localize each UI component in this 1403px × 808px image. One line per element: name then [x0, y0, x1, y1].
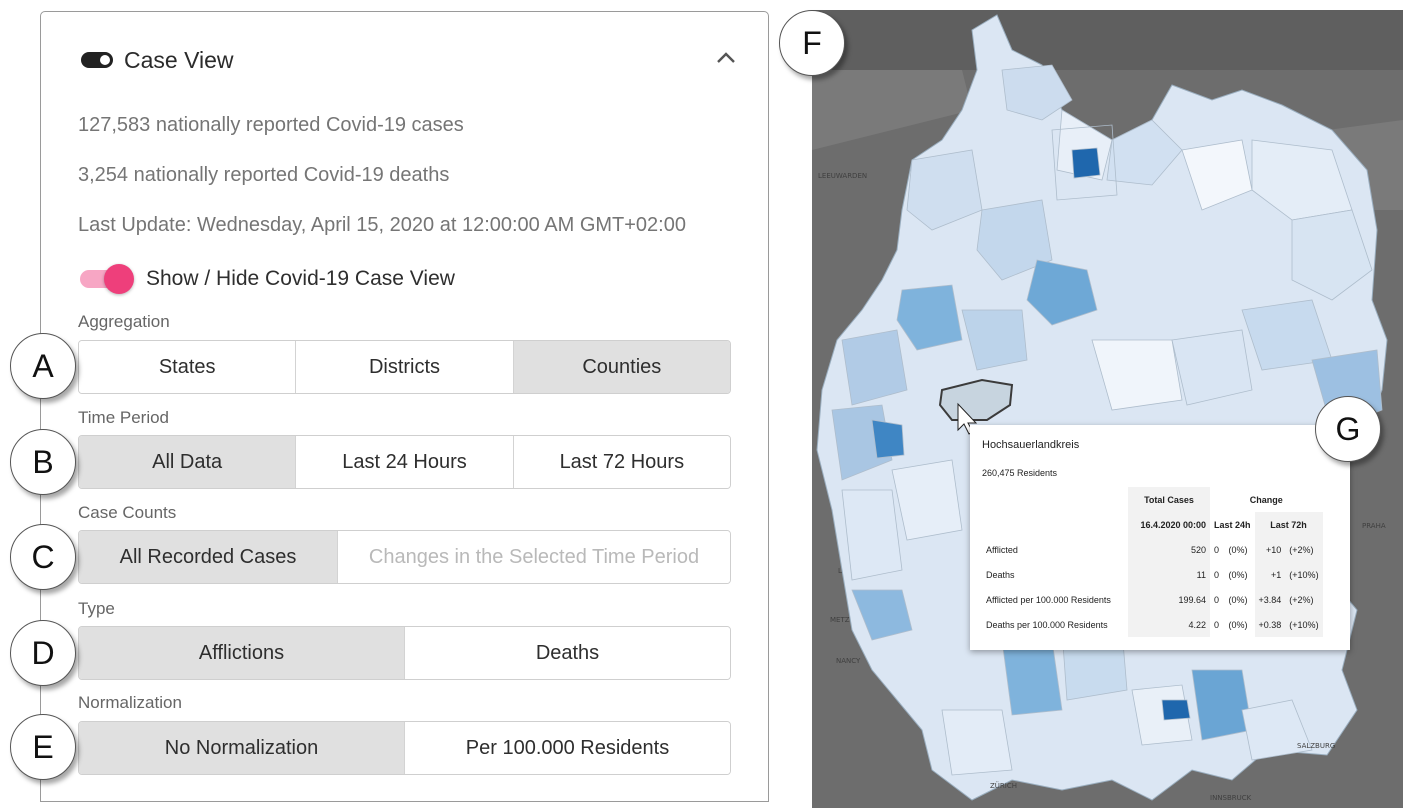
- aggregation-option-states[interactable]: States: [79, 341, 296, 393]
- chevron-up-icon[interactable]: [716, 50, 736, 64]
- time-option-all-data[interactable]: All Data: [79, 436, 296, 488]
- tooltip-title: Hochsauerlandkreis: [982, 439, 1080, 451]
- aggregation-selector: States Districts Counties: [78, 340, 731, 394]
- last-update-text: Last Update: Wednesday, April 15, 2020 a…: [78, 214, 686, 236]
- header-last-24h: Last 24h: [1214, 519, 1251, 530]
- map-label-l: L: [838, 567, 842, 575]
- normalization-option-none[interactable]: No Normalization: [79, 722, 404, 774]
- case-view-panel: Case View 127,583 nationally reported Co…: [40, 11, 769, 802]
- case-counts-label: Case Counts: [78, 503, 177, 522]
- table-row: Deaths 11 0 (0%) +1 (+10%): [982, 562, 1323, 587]
- map-label-innsbruck: INNSBRUCK: [1210, 794, 1252, 802]
- case-view-toggle[interactable]: [78, 263, 134, 295]
- aggregation-option-districts[interactable]: Districts: [295, 341, 513, 393]
- time-option-last-24-hours[interactable]: Last 24 Hours: [295, 436, 513, 488]
- map-label-zurich: ZÜRICH: [990, 781, 1017, 790]
- table-row: Afflicted per 100.000 Residents 199.64 0…: [982, 587, 1323, 612]
- tooltip-table: Total Cases Change 16.4.2020 00:00 Last …: [982, 487, 1323, 637]
- header-change: Change: [1249, 494, 1283, 505]
- aggregation-option-counties[interactable]: Counties: [512, 341, 730, 393]
- choropleth-map[interactable]: LEEUWARDEN PRAHA METZ NANCY ZÜRICH SALZB…: [812, 10, 1403, 808]
- district-tooltip: Hochsauerlandkreis 260,475 Residents Tot…: [970, 425, 1350, 650]
- callout-d: D: [10, 620, 76, 686]
- header-date: 16.4.2020 00:00: [1128, 512, 1210, 537]
- time-period-selector: All Data Last 24 Hours Last 72 Hours: [78, 435, 731, 489]
- map-canvas[interactable]: LEEUWARDEN PRAHA METZ NANCY ZÜRICH SALZB…: [812, 10, 1403, 808]
- aggregation-label: Aggregation: [78, 312, 170, 331]
- time-period-label: Time Period: [78, 408, 170, 427]
- map-label-praha: PRAHA: [1362, 522, 1386, 530]
- type-option-deaths[interactable]: Deaths: [404, 627, 730, 679]
- case-view-toggle-row: Show / Hide Covid-19 Case View: [78, 263, 455, 295]
- panel-header[interactable]: Case View: [81, 45, 234, 75]
- table-row: Deaths per 100.000 Residents 4.22 0 (0%)…: [982, 612, 1323, 637]
- callout-f: F: [779, 10, 845, 76]
- normalization-selector: No Normalization Per 100.000 Residents: [78, 721, 731, 775]
- callout-a: A: [10, 333, 76, 399]
- national-deaths-text: 3,254 nationally reported Covid-19 death…: [78, 164, 450, 186]
- toggle-icon: [81, 52, 113, 68]
- normalization-label: Normalization: [78, 693, 182, 712]
- header-total-cases: Total Cases: [1128, 487, 1210, 512]
- time-option-last-72-hours[interactable]: Last 72 Hours: [512, 436, 730, 488]
- panel-title: Case View: [124, 46, 234, 73]
- normalization-option-per-100000[interactable]: Per 100.000 Residents: [404, 722, 730, 774]
- case-counts-selector: All Recorded Cases Changes in the Select…: [78, 530, 731, 584]
- callout-e: E: [10, 714, 76, 780]
- map-label-salzburg: SALZBURG: [1297, 742, 1335, 750]
- type-label: Type: [78, 599, 115, 618]
- map-label-leeuwarden: LEEUWARDEN: [818, 172, 867, 180]
- toggle-label: Show / Hide Covid-19 Case View: [146, 267, 455, 290]
- national-cases-text: 127,583 nationally reported Covid-19 cas…: [78, 114, 464, 136]
- map-label-nancy: NANCY: [836, 657, 861, 665]
- header-last-72h: Last 72h: [1254, 512, 1323, 537]
- map-label-metz: METZ: [830, 616, 850, 624]
- callout-g: G: [1315, 396, 1381, 462]
- callout-b: B: [10, 429, 76, 495]
- type-selector: Afflictions Deaths: [78, 626, 731, 680]
- type-option-afflictions[interactable]: Afflictions: [79, 627, 404, 679]
- case-counts-option-changes[interactable]: Changes in the Selected Time Period: [337, 531, 730, 583]
- tooltip-residents: 260,475 Residents: [982, 468, 1058, 478]
- case-counts-option-all-recorded[interactable]: All Recorded Cases: [79, 531, 337, 583]
- table-row: Afflicted 520 0 (0%) +10 (+2%): [982, 537, 1323, 562]
- callout-c: C: [10, 524, 76, 590]
